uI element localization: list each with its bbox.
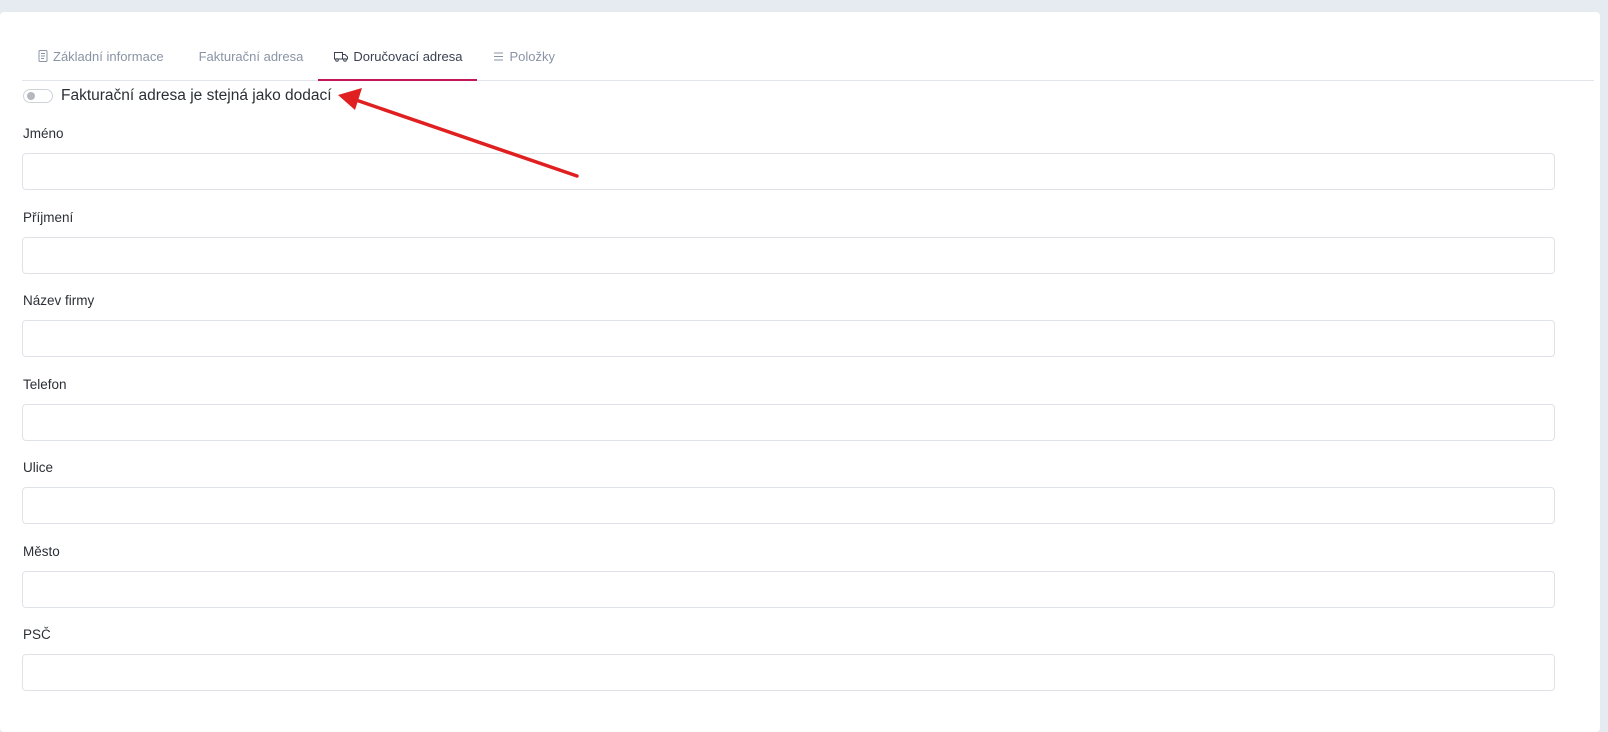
- form-card: Základní informace Fakturační adresa Dor…: [0, 12, 1600, 732]
- phone-label: Telefon: [23, 377, 67, 392]
- last-name-label: Příjmení: [23, 210, 74, 225]
- company-name-label: Název firmy: [23, 293, 95, 308]
- postal-code-field[interactable]: [22, 654, 1555, 691]
- street-label: Ulice: [23, 460, 54, 475]
- same-address-label: Fakturační adresa je stejná jako dodací: [61, 87, 332, 104]
- list-icon: [494, 52, 504, 60]
- city-label: Město: [23, 544, 60, 559]
- postal-code-label: PSČ: [23, 627, 51, 642]
- document-icon: [38, 50, 48, 62]
- same-address-toggle-row: Fakturační adresa je stejná jako dodací: [23, 85, 332, 107]
- phone-field[interactable]: [22, 404, 1555, 441]
- tab-delivery-address[interactable]: Doručovací adresa: [318, 32, 478, 81]
- switch-knob: [27, 92, 35, 100]
- first-name-label: Jméno: [23, 126, 64, 141]
- street-field[interactable]: [22, 487, 1555, 524]
- tab-label: Položky: [509, 48, 555, 64]
- tab-label: Základní informace: [53, 48, 164, 64]
- company-name-field[interactable]: [22, 320, 1555, 357]
- tab-billing-address[interactable]: Fakturační adresa: [179, 32, 319, 80]
- tab-basic-info[interactable]: Základní informace: [22, 32, 179, 80]
- tab-label: Doručovací adresa: [353, 48, 463, 64]
- truck-icon: [334, 51, 349, 62]
- same-address-switch[interactable]: [23, 89, 53, 103]
- tab-bar: Základní informace Fakturační adresa Dor…: [22, 32, 1594, 81]
- last-name-field[interactable]: [22, 237, 1555, 274]
- tab-label: Fakturační adresa: [198, 48, 304, 64]
- first-name-field[interactable]: [22, 153, 1555, 190]
- tab-items[interactable]: Položky: [477, 32, 570, 80]
- city-field[interactable]: [22, 571, 1555, 608]
